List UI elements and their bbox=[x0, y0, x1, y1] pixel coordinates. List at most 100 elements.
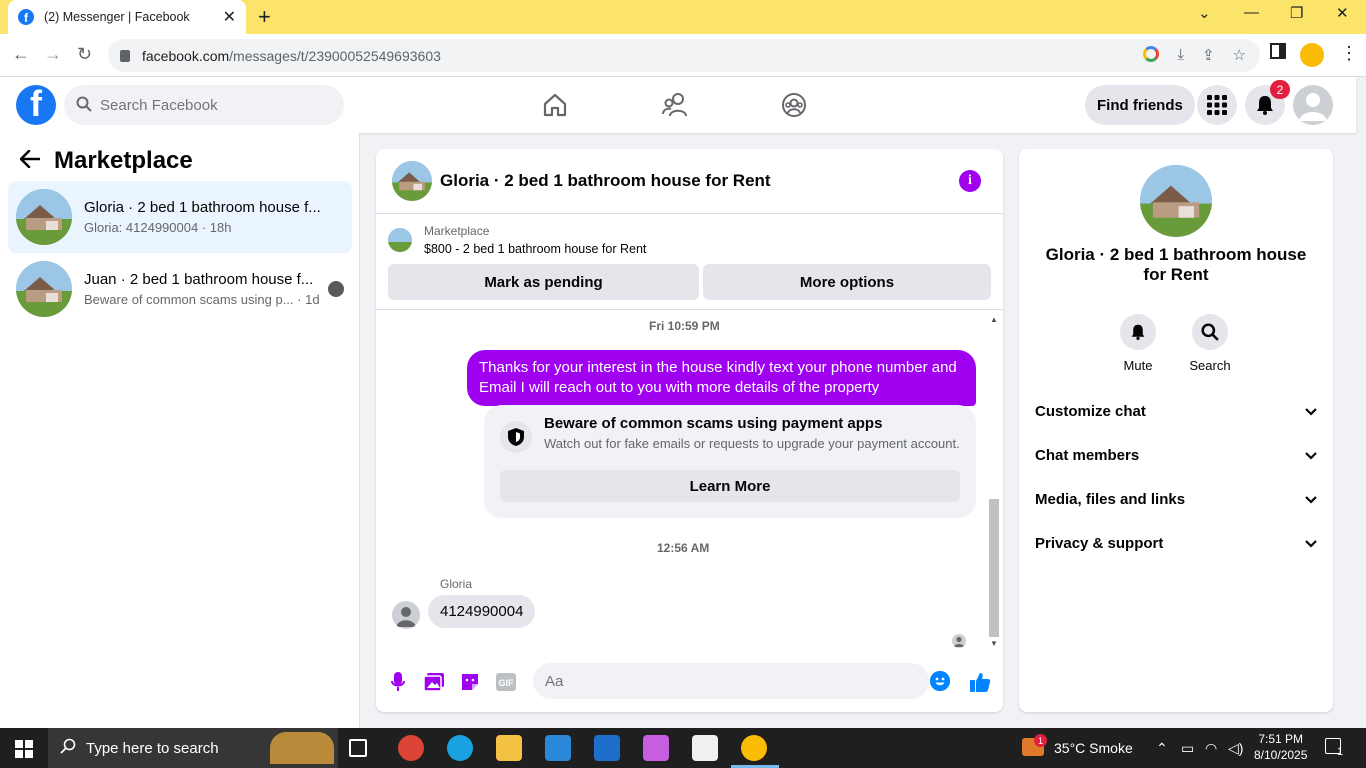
search-icon bbox=[60, 738, 76, 758]
sidebar-toggle-icon[interactable] bbox=[1270, 43, 1286, 59]
menu-grid-icon[interactable] bbox=[1197, 85, 1237, 125]
volume-icon[interactable]: ◁) bbox=[1228, 740, 1243, 757]
chat-members-item[interactable]: Chat members bbox=[1035, 443, 1317, 467]
scroll-up-icon[interactable]: ▲ bbox=[990, 315, 998, 324]
chrome-app-icon[interactable] bbox=[398, 735, 424, 761]
show-hidden-icons-icon[interactable]: ⌃ bbox=[1156, 740, 1168, 757]
learn-more-button[interactable]: Learn More bbox=[500, 470, 960, 502]
weather-text[interactable]: 35°C Smoke bbox=[1054, 740, 1133, 756]
conversation-name: Gloria · 2 bed 1 bathroom house f... bbox=[84, 199, 321, 216]
facebook-logo-icon[interactable]: f bbox=[16, 85, 56, 125]
customize-chat-item[interactable]: Customize chat bbox=[1035, 399, 1317, 423]
edge-icon[interactable] bbox=[447, 735, 473, 761]
svg-text:GIF: GIF bbox=[499, 678, 515, 688]
info-icon[interactable]: i bbox=[959, 170, 981, 192]
notification-badge: 2 bbox=[1270, 80, 1290, 99]
chat-house-thumbnail[interactable] bbox=[392, 161, 432, 201]
task-view-icon[interactable] bbox=[349, 739, 367, 757]
facebook-search[interactable] bbox=[64, 85, 344, 125]
facebook-search-input[interactable] bbox=[100, 96, 320, 114]
app-icon[interactable] bbox=[692, 735, 718, 761]
conversation-item-juan[interactable]: Juan · 2 bed 1 bathroom house f... Bewar… bbox=[8, 253, 352, 325]
item-label: Customize chat bbox=[1035, 402, 1146, 420]
sender-name: Gloria bbox=[440, 577, 473, 591]
search-conversation-button[interactable]: Search bbox=[1182, 314, 1238, 373]
home-icon[interactable] bbox=[541, 91, 569, 119]
notification-count: 1 bbox=[1337, 746, 1344, 758]
sidebar-title: Marketplace bbox=[54, 147, 193, 174]
shield-icon bbox=[500, 421, 532, 453]
bookmark-star-icon[interactable]: ☆ bbox=[1233, 46, 1246, 64]
close-window-icon[interactable]: ✕ bbox=[1336, 4, 1349, 22]
marketplace-listing[interactable]: Marketplace $800 - 2 bed 1 bathroom hous… bbox=[388, 224, 646, 256]
chrome-profile-app-icon[interactable] bbox=[741, 735, 767, 761]
new-tab-icon[interactable]: + bbox=[258, 4, 271, 30]
tab-search-icon[interactable]: ⌄ bbox=[1198, 4, 1211, 22]
more-options-button[interactable]: More options bbox=[703, 264, 991, 300]
friends-icon[interactable] bbox=[661, 91, 689, 119]
facebook-header: f Find friends bbox=[0, 77, 1356, 133]
listing-thumbnail bbox=[388, 228, 412, 252]
timestamp: 12:56 AM bbox=[657, 541, 710, 555]
restore-icon[interactable]: ❐ bbox=[1290, 4, 1303, 22]
minimize-icon[interactable]: — bbox=[1244, 4, 1259, 21]
mark-as-pending-button[interactable]: Mark as pending bbox=[388, 264, 699, 300]
bell-icon bbox=[1120, 314, 1156, 350]
message-composer: GIF bbox=[376, 659, 1003, 705]
photo-icon[interactable] bbox=[423, 671, 445, 693]
conversation-item-gloria[interactable]: Gloria · 2 bed 1 bathroom house f... Glo… bbox=[8, 181, 352, 253]
clock[interactable]: 7:51 PM 8/10/2025 bbox=[1254, 731, 1307, 763]
microsoft-store-icon[interactable] bbox=[545, 735, 571, 761]
incoming-message[interactable]: 4124990004 bbox=[428, 595, 536, 628]
scrollbar-thumb[interactable] bbox=[989, 499, 999, 637]
sticker-icon[interactable] bbox=[459, 671, 481, 693]
windows-start-icon[interactable] bbox=[15, 740, 33, 758]
sender-avatar[interactable] bbox=[392, 601, 420, 629]
google-lens-icon[interactable] bbox=[1143, 46, 1160, 62]
browser-tab[interactable]: f (2) Messenger | Facebook ✕ bbox=[8, 0, 246, 34]
info-house-thumbnail bbox=[1140, 165, 1212, 237]
chrome-profile-icon[interactable] bbox=[1300, 43, 1324, 67]
privacy-support-item[interactable]: Privacy & support bbox=[1035, 531, 1317, 555]
emoji-icon[interactable] bbox=[930, 671, 950, 691]
chat-panel: Gloria · 2 bed 1 bathroom house for Rent… bbox=[376, 149, 1003, 712]
groups-icon[interactable] bbox=[780, 91, 808, 119]
share-icon[interactable]: ⇪ bbox=[1202, 46, 1215, 64]
conversation-info-pane: Gloria · 2 bed 1 bathroom house for Rent… bbox=[1019, 149, 1333, 712]
item-label: Media, files and links bbox=[1035, 490, 1186, 508]
windows-taskbar: Type here to search 1 35°C Smoke ⌃ ▭ ◠ ◁… bbox=[0, 728, 1366, 768]
address-bar[interactable]: facebook.com/messages/t/2390005254969360… bbox=[108, 39, 1260, 72]
search-label: Search bbox=[1189, 358, 1231, 373]
message-input[interactable] bbox=[533, 663, 929, 699]
media-files-links-item[interactable]: Media, files and links bbox=[1035, 487, 1317, 511]
close-tab-icon[interactable]: ✕ bbox=[223, 7, 236, 27]
mail-icon[interactable] bbox=[594, 735, 620, 761]
read-receipt-avatar bbox=[952, 634, 966, 648]
message-scrollbar[interactable]: ▲ ▼ bbox=[987, 313, 999, 651]
forward-icon[interactable]: → bbox=[44, 44, 62, 65]
scroll-down-icon[interactable]: ▼ bbox=[990, 639, 998, 648]
outgoing-message[interactable]: Thanks for your interest in the house ki… bbox=[467, 350, 976, 406]
find-friends-button[interactable]: Find friends bbox=[1085, 85, 1195, 125]
reload-icon[interactable]: ↻ bbox=[77, 44, 92, 65]
back-arrow-icon[interactable] bbox=[19, 148, 41, 174]
file-explorer-icon[interactable] bbox=[496, 735, 522, 761]
lock-icon[interactable] bbox=[120, 49, 130, 62]
mute-label: Mute bbox=[1123, 358, 1153, 373]
mute-button[interactable]: Mute bbox=[1110, 314, 1166, 373]
copilot-icon[interactable] bbox=[643, 735, 669, 761]
account-avatar[interactable] bbox=[1293, 85, 1333, 125]
chrome-menu-icon[interactable]: ⋮ bbox=[1340, 43, 1358, 64]
thumbs-up-icon[interactable] bbox=[969, 671, 991, 693]
chat-title[interactable]: Gloria · 2 bed 1 bathroom house for Rent bbox=[440, 171, 771, 191]
sidebar-header: Marketplace bbox=[19, 147, 193, 175]
gif-icon[interactable]: GIF bbox=[495, 671, 517, 693]
wifi-icon[interactable]: ◠ bbox=[1205, 740, 1217, 757]
microphone-icon[interactable] bbox=[387, 671, 409, 693]
install-icon[interactable]: ⤓ bbox=[1177, 46, 1184, 64]
back-icon[interactable]: ← bbox=[12, 44, 30, 65]
battery-icon[interactable]: ▭ bbox=[1181, 740, 1194, 757]
lion-search-highlight-icon bbox=[270, 732, 334, 764]
taskbar-search[interactable]: Type here to search bbox=[48, 728, 338, 768]
item-label: Chat members bbox=[1035, 446, 1140, 464]
